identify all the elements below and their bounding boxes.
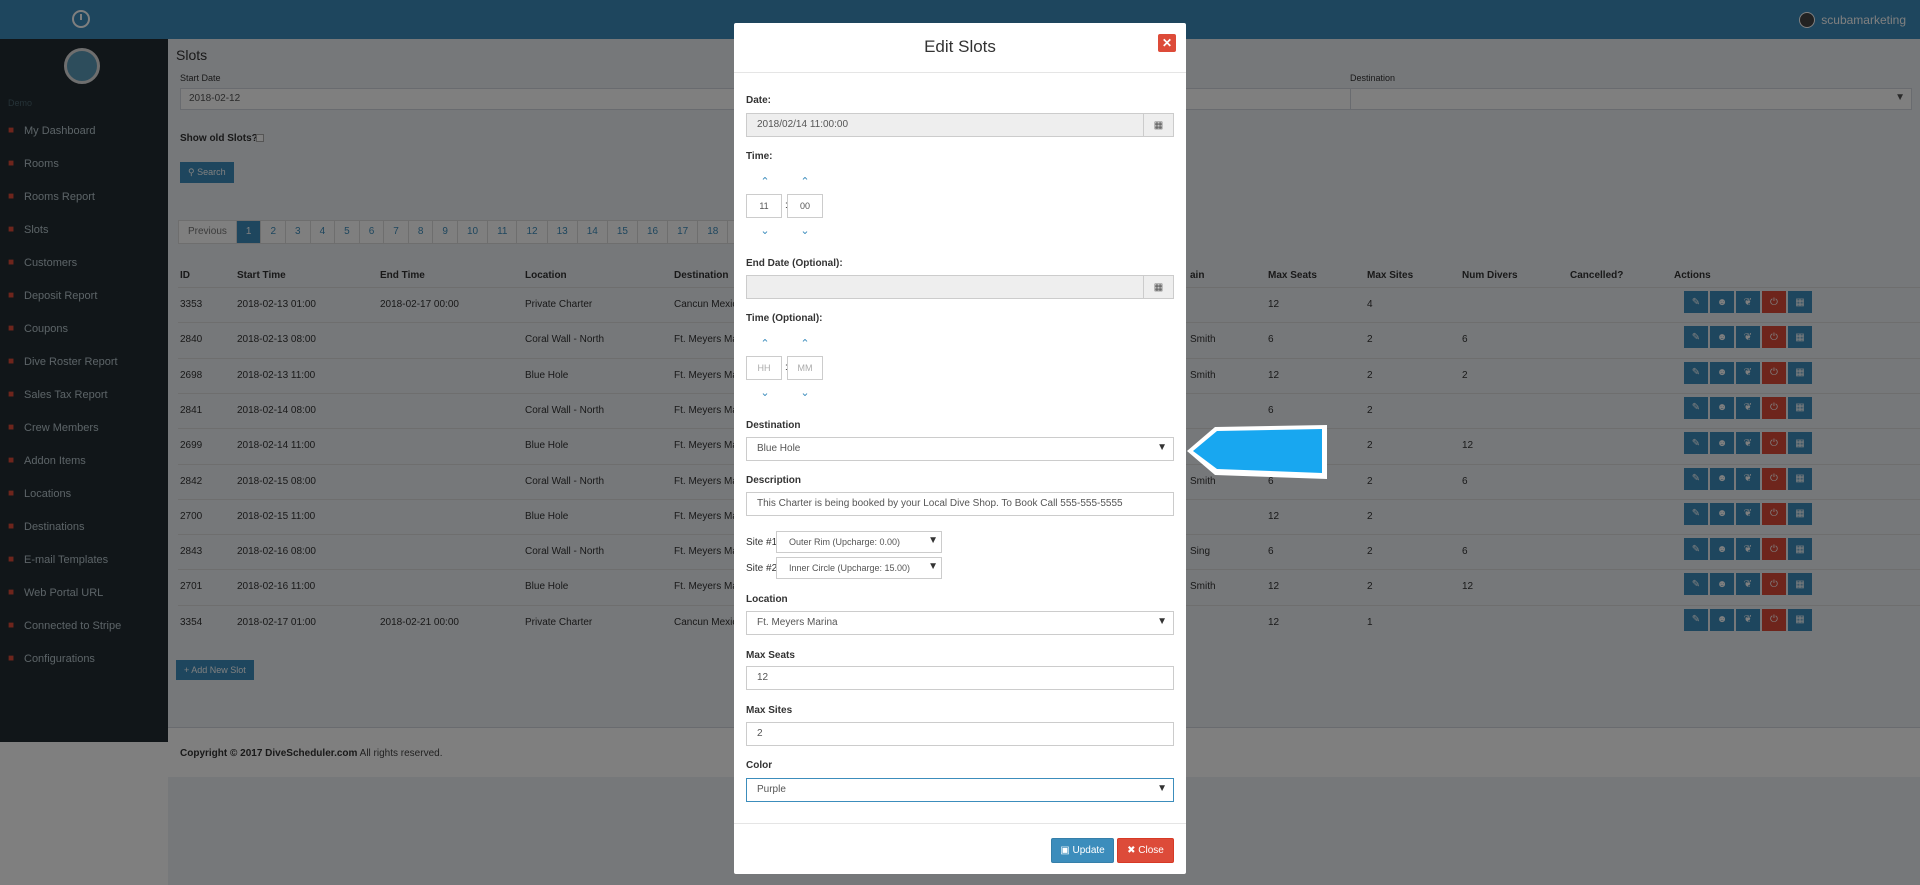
site1-label: Site #1 xyxy=(746,537,778,548)
minute-down-chevron-icon[interactable]: ⌄ xyxy=(798,226,812,237)
max-seats-label: Max Seats xyxy=(746,650,795,661)
description-input[interactable]: This Charter is being booked by your Loc… xyxy=(746,492,1174,516)
end-date-input[interactable]: ▦ xyxy=(746,275,1174,299)
close-x-button[interactable]: ✕ xyxy=(1158,34,1176,52)
modal-header: Edit Slots ✕ xyxy=(734,23,1186,73)
modal-footer: ▣ Update ✖ Close xyxy=(734,823,1186,874)
destination-select[interactable]: Blue Hole ▼ xyxy=(746,437,1174,461)
end-minute-down-chevron-icon[interactable]: ⌄ xyxy=(798,388,812,399)
destination-label: Destination xyxy=(746,420,801,431)
end-minute-input[interactable]: MM xyxy=(787,356,823,380)
location-label: Location xyxy=(746,594,788,605)
close-icon: ✖ xyxy=(1127,845,1139,856)
hour-down-chevron-icon[interactable]: ⌄ xyxy=(758,226,772,237)
site1-select[interactable]: Outer Rim (Upcharge: 0.00) ▼ xyxy=(776,531,942,553)
color-select[interactable]: Purple ▼ xyxy=(746,778,1174,802)
date-label: Date: xyxy=(746,95,772,106)
end-date-label: End Date (Optional): xyxy=(746,258,843,269)
color-label: Color xyxy=(746,760,773,771)
minute-up-chevron-icon[interactable]: ⌃ xyxy=(798,177,812,188)
minute-input[interactable]: 00 xyxy=(787,194,823,218)
save-icon: ▣ xyxy=(1060,845,1073,856)
edit-slots-modal: Edit Slots ✕ Date: 2018/02/14 11:00:00 ▦… xyxy=(734,23,1186,874)
caret-down-icon: ▼ xyxy=(1157,783,1167,794)
time-label: Time: xyxy=(746,151,773,162)
caret-down-icon: ▼ xyxy=(928,561,938,572)
arrow-pointer-icon xyxy=(1187,425,1327,479)
hour-input[interactable]: 11 xyxy=(746,194,782,218)
end-time-label: Time (Optional): xyxy=(746,313,823,324)
end-hour-input[interactable]: HH xyxy=(746,356,782,380)
close-button[interactable]: ✖ Close xyxy=(1117,838,1174,863)
modal-title: Edit Slots xyxy=(924,37,996,56)
end-hour-down-chevron-icon[interactable]: ⌄ xyxy=(758,388,772,399)
site2-select[interactable]: Inner Circle (Upcharge: 15.00) ▼ xyxy=(776,557,942,579)
close-icon: ✕ xyxy=(1161,36,1173,50)
description-label: Description xyxy=(746,475,802,486)
hour-up-chevron-icon[interactable]: ⌃ xyxy=(758,177,772,188)
calendar-icon[interactable]: ▦ xyxy=(1143,276,1173,298)
caret-down-icon: ▼ xyxy=(1157,442,1167,453)
end-minute-up-chevron-icon[interactable]: ⌃ xyxy=(798,339,812,350)
max-seats-input[interactable]: 12 xyxy=(746,666,1174,690)
caret-down-icon: ▼ xyxy=(1157,616,1167,627)
caret-down-icon: ▼ xyxy=(928,535,938,546)
calendar-icon[interactable]: ▦ xyxy=(1143,114,1173,136)
max-sites-label: Max Sites xyxy=(746,705,793,716)
update-button[interactable]: ▣ Update xyxy=(1051,838,1114,863)
site2-label: Site #2 xyxy=(746,563,778,574)
date-input[interactable]: 2018/02/14 11:00:00 ▦ xyxy=(746,113,1174,137)
end-hour-up-chevron-icon[interactable]: ⌃ xyxy=(758,339,772,350)
max-sites-input[interactable]: 2 xyxy=(746,722,1174,746)
location-select[interactable]: Ft. Meyers Marina ▼ xyxy=(746,611,1174,635)
